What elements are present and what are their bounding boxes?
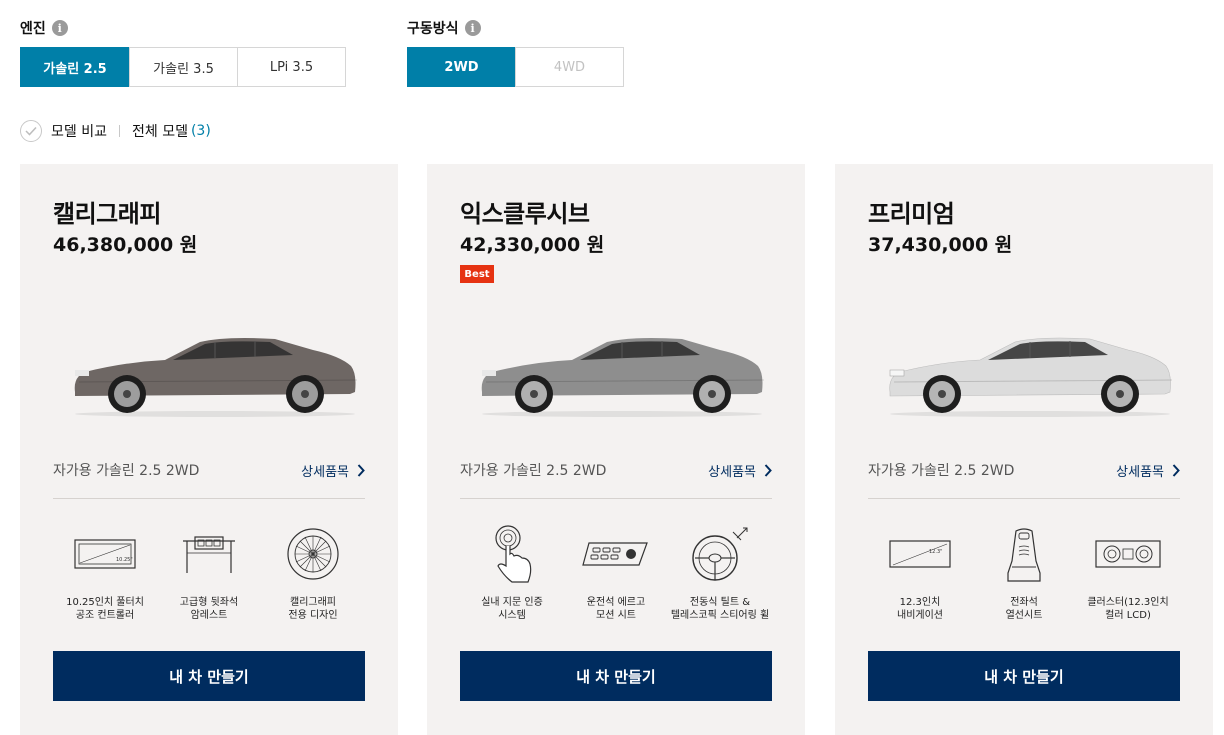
feature-item: 전좌석 열선시트 <box>972 522 1076 622</box>
engine-filter-title: 엔진 i <box>20 16 346 40</box>
feature-label: 10.25인치 풀터치 공조 컨트롤러 <box>66 597 144 621</box>
info-icon[interactable]: i <box>464 20 481 36</box>
spec-row: 자가용 가솔린 2.5 2WD 상세품목 <box>868 458 1180 482</box>
compare-label[interactable]: 모델 비교 <box>51 121 107 141</box>
feature-item: 12.3" 12.3인치 내비게이션 <box>868 522 972 622</box>
wheel-design-icon <box>277 522 349 586</box>
compare-bar: 모델 비교 전체 모델 (3) <box>20 119 211 143</box>
chevron-right-icon <box>357 463 365 477</box>
detail-link-label: 상세품목 <box>1116 464 1164 480</box>
all-models-count: (3) <box>190 123 211 139</box>
rear-armrest-icon <box>173 522 245 586</box>
steering-wheel-icon <box>684 522 756 586</box>
feature-item: 고급형 뒷좌석 암레스트 <box>157 522 261 622</box>
car-image <box>481 338 765 417</box>
detail-link-label: 상세품목 <box>708 464 756 480</box>
compare-checkbox[interactable] <box>20 120 42 142</box>
drive-filter-label: 구동방식 <box>407 21 459 37</box>
engine-filter-label: 엔진 <box>20 21 46 37</box>
detail-link-label: 상세품목 <box>301 464 349 480</box>
seat-control-icon <box>580 522 652 586</box>
divider <box>868 498 1180 499</box>
car-image <box>74 338 358 417</box>
feature-label: 캘리그래피 전용 디자인 <box>288 597 338 621</box>
detail-link[interactable]: 상세품목 <box>301 461 365 480</box>
engine-filter: 엔진 i 가솔린 2.5 가솔린 3.5 LPi 3.5 <box>20 16 346 87</box>
heated-seat-icon <box>988 522 1060 586</box>
trim-price: 42,330,000 원 <box>460 234 605 256</box>
feature-list: 실내 지문 인증 시스템 운전석 에르고 모션 시트 전동식 틸트 & 텔레스코… <box>460 522 772 622</box>
feature-list: 12.3" 12.3인치 내비게이션 전좌석 열선시트 클러스터(12.3인치 … <box>868 522 1180 622</box>
spec-row: 자가용 가솔린 2.5 2WD 상세품목 <box>460 458 772 482</box>
all-models-label: 전체 모델 <box>131 124 188 140</box>
feature-label: 운전석 에르고 모션 시트 <box>586 597 646 621</box>
drive-filter-title: 구동방식 i <box>407 16 624 40</box>
svg-text:10.25": 10.25" <box>116 557 133 563</box>
best-badge: Best <box>460 265 494 283</box>
spec-text: 자가용 가솔린 2.5 2WD <box>53 463 200 479</box>
chevron-right-icon <box>1172 463 1180 477</box>
chevron-right-icon <box>764 463 772 477</box>
trim-card-premium: 프리미엄 37,430,000 원 자가용 가솔린 2.5 2WD 상세품목 1… <box>835 164 1213 735</box>
build-car-button[interactable]: 내 차 만들기 <box>53 651 365 701</box>
trim-card-calligraphy: 캘리그래피 46,380,000 원 자가용 가솔린 2.5 2WD 상세품목 <box>20 164 398 735</box>
feature-item: 10.25" 10.25인치 풀터치 공조 컨트롤러 <box>53 522 157 622</box>
spec-text: 자가용 가솔린 2.5 2WD <box>460 463 607 479</box>
divider <box>460 498 772 499</box>
svg-text:12.3": 12.3" <box>929 549 942 555</box>
drive-option-2wd[interactable]: 2WD <box>407 47 516 87</box>
spec-row: 자가용 가솔린 2.5 2WD 상세품목 <box>53 458 365 482</box>
engine-options: 가솔린 2.5 가솔린 3.5 LPi 3.5 <box>20 47 346 87</box>
drive-filter: 구동방식 i 2WD 4WD <box>407 16 624 87</box>
feature-item: 운전석 에르고 모션 시트 <box>564 522 668 622</box>
drive-options: 2WD 4WD <box>407 47 624 87</box>
feature-item: 캘리그래피 전용 디자인 <box>261 522 365 622</box>
cluster-icon <box>1092 522 1164 586</box>
trim-name: 캘리그래피 <box>53 200 161 228</box>
divider <box>53 498 365 499</box>
feature-list: 10.25" 10.25인치 풀터치 공조 컨트롤러 고급형 뒷좌석 암레스트 … <box>53 522 365 622</box>
touchscreen-controller-icon: 10.25" <box>69 522 141 586</box>
check-icon <box>25 126 37 136</box>
feature-label: 12.3인치 내비게이션 <box>897 597 943 621</box>
engine-option-gasoline-25[interactable]: 가솔린 2.5 <box>20 47 130 87</box>
car-image <box>889 337 1173 417</box>
divider <box>118 125 120 137</box>
feature-item: 클러스터(12.3인치 컬러 LCD) <box>1076 522 1180 622</box>
feature-label: 고급형 뒷좌석 암레스트 <box>179 597 239 621</box>
trim-price: 46,380,000 원 <box>53 234 198 256</box>
trim-price: 37,430,000 원 <box>868 234 1013 256</box>
detail-link[interactable]: 상세품목 <box>1116 461 1180 480</box>
trim-name: 프리미엄 <box>868 200 955 228</box>
feature-item: 전동식 틸트 & 텔레스코픽 스티어링 휠 <box>668 522 772 622</box>
spec-text: 자가용 가솔린 2.5 2WD <box>868 463 1015 479</box>
feature-label: 실내 지문 인증 시스템 <box>481 597 543 621</box>
feature-item: 실내 지문 인증 시스템 <box>460 522 564 622</box>
navigation-screen-icon: 12.3" <box>884 522 956 586</box>
drive-option-4wd[interactable]: 4WD <box>515 47 624 87</box>
build-car-button[interactable]: 내 차 만들기 <box>868 651 1180 701</box>
fingerprint-icon <box>476 522 548 586</box>
info-icon[interactable]: i <box>51 20 68 36</box>
trim-name: 익스클루시브 <box>460 200 590 228</box>
engine-option-lpi-35[interactable]: LPi 3.5 <box>237 47 346 87</box>
detail-link[interactable]: 상세품목 <box>708 461 772 480</box>
engine-option-gasoline-35[interactable]: 가솔린 3.5 <box>129 47 238 87</box>
build-car-button[interactable]: 내 차 만들기 <box>460 651 772 701</box>
trim-card-exclusive: 익스클루시브 42,330,000 원 Best 자가용 가솔린 2.5 2WD… <box>427 164 805 735</box>
feature-label: 전동식 틸트 & 텔레스코픽 스티어링 휠 <box>670 597 770 621</box>
feature-label: 전좌석 열선시트 <box>1005 597 1043 621</box>
feature-label: 클러스터(12.3인치 컬러 LCD) <box>1087 597 1169 621</box>
